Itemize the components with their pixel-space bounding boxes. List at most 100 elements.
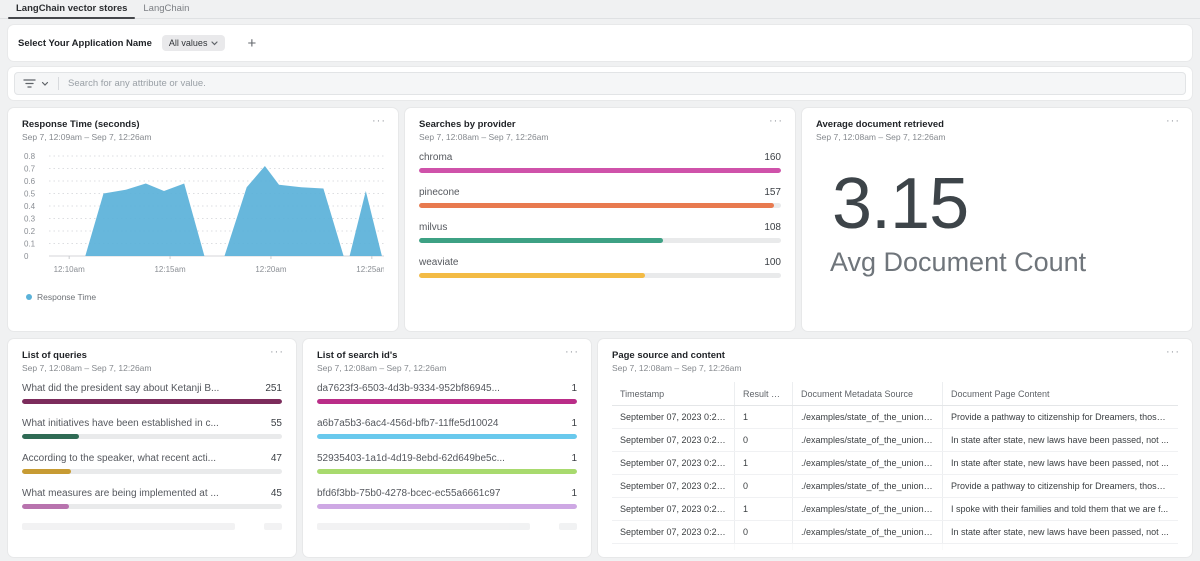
legend-dot [26, 294, 32, 300]
list-item-bar [419, 238, 781, 243]
response-time-chart[interactable]: 00.10.20.30.40.50.60.70.812:10am12:15am1… [22, 150, 384, 290]
panels-row-2: List of queries Sep 7, 12:08am – Sep 7, … [8, 339, 1192, 557]
table-cell: ./examples/state_of_the_union.txt [792, 475, 942, 497]
column-header-document-metadata-source[interactable]: Document Metadata Source [792, 382, 942, 405]
x-axis-tick-label: 12:15am [154, 265, 185, 274]
list-item-bar-fill [317, 504, 577, 509]
page-source-table: TimestampResult RankDocument Metadata So… [612, 382, 1178, 550]
chevron-down-icon[interactable] [41, 81, 49, 87]
panel-menu-icon[interactable]: ··· [372, 116, 386, 127]
column-header-document-page-content[interactable]: Document Page Content [942, 382, 1178, 405]
clipped-text-placeholder [317, 523, 530, 530]
column-header-result-rank[interactable]: Result Rank [734, 382, 792, 405]
list-item-bar-fill [419, 238, 663, 243]
panel-title: Response Time (seconds) [22, 119, 384, 130]
list-item[interactable]: 52935403-1a1d-4d19-8ebd-62d649be5c...1 [317, 453, 577, 474]
list-item[interactable]: a6b7a5b3-6ac4-456d-bfb7-11ffe5d100241 [317, 418, 577, 439]
application-name-select[interactable]: All values [162, 35, 226, 51]
application-name-label: Select Your Application Name [18, 38, 152, 49]
clipped-value-placeholder [559, 523, 577, 530]
list-item-value: 160 [764, 152, 781, 163]
query-value: 3.15 [832, 168, 1178, 240]
list-item-bar-fill [317, 469, 577, 474]
list-item-bar-fill [419, 203, 774, 208]
list-item-value: 1 [571, 453, 577, 464]
x-axis-tick-label: 12:25am [356, 265, 384, 274]
list-item-label: bfd6f3bb-75b0-4278-bcec-ec55a6661c97 [317, 488, 508, 499]
list-item-header [317, 523, 577, 530]
panel-menu-icon[interactable]: ··· [565, 347, 579, 358]
table-cell: ./examples/state_of_the_union.txt [792, 429, 942, 451]
list-item[interactable]: According to the speaker, what recent ac… [22, 453, 282, 474]
search-card [8, 67, 1192, 100]
list-item-label: chroma [419, 152, 460, 163]
table-row[interactable]: September 07, 2023 0:25:220./examples/st… [612, 475, 1178, 498]
list-item-label: pinecone [419, 187, 468, 198]
table-cell: 1 [734, 406, 792, 428]
table-header-row: TimestampResult RankDocument Metadata So… [612, 382, 1178, 406]
table-row[interactable]: September 07, 2023 0:25:221./examples/st… [612, 452, 1178, 475]
add-variable-button[interactable]: + [247, 36, 256, 51]
list-item-header: a6b7a5b3-6ac4-456d-bfb7-11ffe5d100241 [317, 418, 577, 429]
list-item-bar-fill [22, 434, 79, 439]
list-item-header: da7623f3-6503-4d3b-9334-952bf86945...1 [317, 383, 577, 394]
list-item[interactable]: What measures are being implemented at .… [22, 488, 282, 509]
provider-bar-list: chroma 160 pinecone157 milvus108 weaviate100 [419, 152, 781, 278]
list-item-bar [419, 273, 781, 278]
list-item-bar [317, 469, 577, 474]
panel-title: Page source and content [612, 350, 1178, 361]
clipped-cell-placeholder [734, 544, 792, 550]
table-row[interactable]: September 07, 2023 0:25:211./examples/st… [612, 498, 1178, 521]
list-item-value: 108 [764, 222, 781, 233]
list-item[interactable]: bfd6f3bb-75b0-4278-bcec-ec55a6661c971 [317, 488, 577, 509]
list-item-bar-fill [22, 469, 71, 474]
y-axis-tick-label: 0.1 [24, 240, 36, 249]
table-cell: ./examples/state_of_the_union.txt [792, 521, 942, 543]
list-item[interactable]: pinecone157 [419, 187, 781, 208]
table-row[interactable]: September 07, 2023 0:25:230./examples/st… [612, 429, 1178, 452]
list-item-value: 55 [271, 418, 282, 429]
list-item[interactable]: da7623f3-6503-4d3b-9334-952bf86945...1 [317, 383, 577, 404]
panel-menu-icon[interactable]: ··· [769, 116, 783, 127]
list-item-header: weaviate100 [419, 257, 781, 268]
chart-legend[interactable]: Response Time [22, 292, 384, 302]
list-item-header: According to the speaker, what recent ac… [22, 453, 282, 464]
table-cell: I spoke with their families and told the… [942, 498, 1178, 520]
list-item-value: 100 [764, 257, 781, 268]
table-row[interactable]: September 07, 2023 0:25:231./examples/st… [612, 406, 1178, 429]
panel-timerange: Sep 7, 12:08am – Sep 7, 12:26am [816, 132, 1178, 142]
clipped-cell-placeholder [942, 544, 1178, 550]
panel-menu-icon[interactable]: ··· [1166, 116, 1180, 127]
list-item[interactable]: chroma 160 [419, 152, 781, 173]
template-variable-bar: Select Your Application Name All values … [8, 25, 1192, 61]
list-item-bar-fill [419, 273, 645, 278]
list-item[interactable]: weaviate100 [419, 257, 781, 278]
clipped-cell-placeholder [792, 544, 942, 550]
panel-searches-by-provider: Searches by provider Sep 7, 12:08am – Se… [405, 108, 795, 331]
list-item-bar [22, 399, 282, 404]
divider [58, 77, 59, 90]
tab-langchain[interactable]: LangChain [135, 0, 197, 18]
search-input[interactable] [68, 78, 1177, 89]
list-item-bar-fill [22, 399, 282, 404]
list-item-bar [22, 504, 282, 509]
list-item[interactable]: What initiatives have been established i… [22, 418, 282, 439]
table-row[interactable]: September 07, 2023 0:25:210./examples/st… [612, 521, 1178, 544]
list-item[interactable]: What did the president say about Ketanji… [22, 383, 282, 404]
column-header-timestamp[interactable]: Timestamp [612, 382, 734, 405]
y-axis-tick-label: 0.8 [24, 152, 36, 161]
search-bar[interactable] [14, 72, 1186, 95]
list-item[interactable]: milvus108 [419, 222, 781, 243]
panel-timerange: Sep 7, 12:09am – Sep 7, 12:26am [22, 132, 384, 142]
list-item-header: 52935403-1a1d-4d19-8ebd-62d649be5c...1 [317, 453, 577, 464]
tab-langchain-vector-stores[interactable]: LangChain vector stores [8, 0, 135, 18]
table-cell: September 07, 2023 0:25:22 [612, 452, 734, 474]
list-item-bar [317, 434, 577, 439]
table-cell: 0 [734, 475, 792, 497]
list-item-bar [22, 469, 282, 474]
panel-menu-icon[interactable]: ··· [270, 347, 284, 358]
list-item-header: What initiatives have been established i… [22, 418, 282, 429]
table-cell: September 07, 2023 0:25:23 [612, 406, 734, 428]
panel-menu-icon[interactable]: ··· [1166, 347, 1180, 358]
table-cell: Provide a pathway to citizenship for Dre… [942, 406, 1178, 428]
